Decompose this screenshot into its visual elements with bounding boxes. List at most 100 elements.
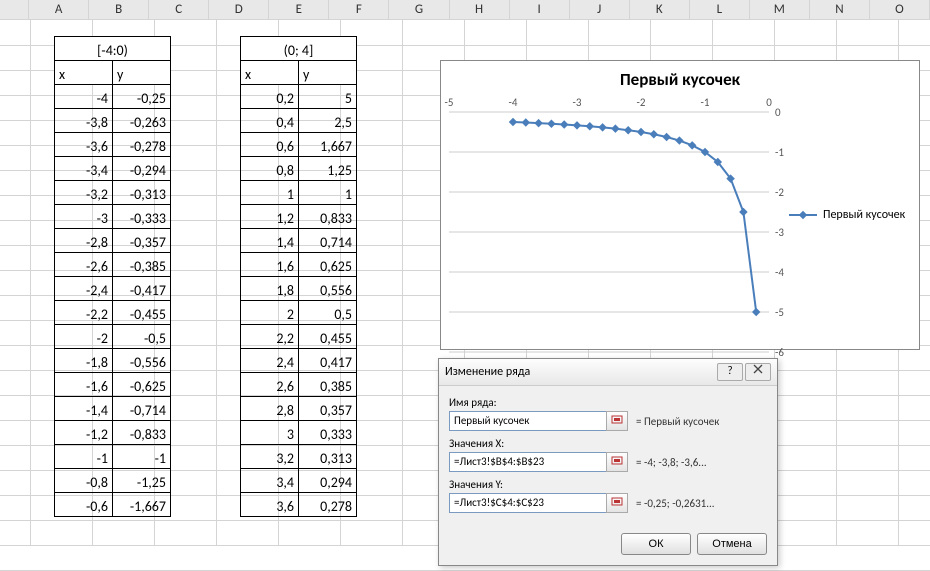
column-header-E[interactable]: E (269, 0, 329, 19)
table-row[interactable]: 0,42,5 (241, 109, 357, 133)
close-button[interactable] (745, 363, 771, 381)
cell-y[interactable]: 1,667 (299, 133, 357, 157)
column-header-D[interactable]: D (209, 0, 269, 19)
cell-y[interactable]: 0,294 (299, 469, 357, 493)
table-row[interactable]: -3,2-0,313 (55, 181, 171, 205)
table-row[interactable]: 2,40,417 (241, 349, 357, 373)
table-row[interactable]: 3,60,278 (241, 493, 357, 517)
column-header-A[interactable]: A (29, 0, 89, 19)
column-header-F[interactable]: F (329, 0, 389, 19)
cell-x[interactable]: 3,2 (241, 445, 299, 469)
table-row[interactable]: -3,8-0,263 (55, 109, 171, 133)
cell-x[interactable]: 2 (241, 301, 299, 325)
cell-y[interactable]: -0,313 (113, 181, 171, 205)
table-row[interactable]: -2,6-0,385 (55, 253, 171, 277)
cell-y[interactable]: 2,5 (299, 109, 357, 133)
spreadsheet-area[interactable]: [-4:0) x y -4-0,25-3,8-0,263-3,6-0,278-3… (0, 20, 930, 546)
column-header-O[interactable]: O (870, 0, 930, 19)
table-row[interactable]: 3,40,294 (241, 469, 357, 493)
cell-x[interactable]: 1,2 (241, 205, 299, 229)
column-header-M[interactable]: M (750, 0, 810, 19)
ok-button[interactable]: ОК (621, 533, 691, 555)
column-header-J[interactable]: J (570, 0, 630, 19)
cell-x[interactable]: 2,2 (241, 325, 299, 349)
cell-y[interactable]: 0,385 (299, 373, 357, 397)
cell-y[interactable]: 0,455 (299, 325, 357, 349)
cell-y[interactable]: -0,417 (113, 277, 171, 301)
collapse-dialog-button-y[interactable] (606, 493, 628, 513)
cell-x[interactable]: 0,8 (241, 157, 299, 181)
table-row[interactable]: 1,20,833 (241, 205, 357, 229)
table-row[interactable]: -1,4-0,714 (55, 397, 171, 421)
cell-y[interactable]: 0,556 (299, 277, 357, 301)
cell-y[interactable]: 0,313 (299, 445, 357, 469)
cancel-button[interactable]: Отмена (697, 533, 767, 555)
cell-x[interactable]: -3,4 (55, 157, 113, 181)
cell-x[interactable]: -3,6 (55, 133, 113, 157)
cell-x[interactable]: -1,8 (55, 349, 113, 373)
table-row[interactable]: 1,40,714 (241, 229, 357, 253)
cell-x[interactable]: 0,4 (241, 109, 299, 133)
cell-y[interactable]: -0,833 (113, 421, 171, 445)
cell-y[interactable]: 0,714 (299, 229, 357, 253)
table-row[interactable]: -3,6-0,278 (55, 133, 171, 157)
chart-plot-area[interactable]: 0-1-2-3-4-5-6-5-4-3-2-10 (449, 94, 781, 336)
table-row[interactable]: -2,4-0,417 (55, 277, 171, 301)
cell-x[interactable]: -1,4 (55, 397, 113, 421)
cell-y[interactable]: -0,455 (113, 301, 171, 325)
column-header-N[interactable]: N (810, 0, 870, 19)
table-row[interactable]: 30,333 (241, 421, 357, 445)
cell-y[interactable]: -0,333 (113, 205, 171, 229)
cell-y[interactable]: -0,714 (113, 397, 171, 421)
cell-x[interactable]: -1,6 (55, 373, 113, 397)
column-header-H[interactable]: H (450, 0, 510, 19)
table-row[interactable]: 2,60,385 (241, 373, 357, 397)
cell-y[interactable]: 0,625 (299, 253, 357, 277)
cell-x[interactable]: 1 (241, 181, 299, 205)
cell-y[interactable]: 5 (299, 85, 357, 109)
cell-y[interactable]: 0,5 (299, 301, 357, 325)
cell-x[interactable]: -0,8 (55, 469, 113, 493)
table-row[interactable]: 2,20,455 (241, 325, 357, 349)
column-header-B[interactable]: B (89, 0, 149, 19)
cell-x[interactable]: -1 (55, 445, 113, 469)
help-button[interactable]: ? (717, 363, 743, 381)
table-row[interactable]: -2,2-0,455 (55, 301, 171, 325)
data-table-1[interactable]: [-4:0) x y -4-0,25-3,8-0,263-3,6-0,278-3… (54, 36, 171, 517)
table-row[interactable]: 2,80,357 (241, 397, 357, 421)
cell-y[interactable]: 0,417 (299, 349, 357, 373)
column-header-C[interactable]: C (149, 0, 209, 19)
cell-x[interactable]: -3,8 (55, 109, 113, 133)
cell-x[interactable]: -2,6 (55, 253, 113, 277)
cell-x[interactable]: 1,4 (241, 229, 299, 253)
cell-x[interactable]: 2,4 (241, 349, 299, 373)
chart[interactable]: Первый кусочек 0-1-2-3-4-5-6-5-4-3-2-10 … (440, 60, 920, 350)
cell-x[interactable]: 2,8 (241, 397, 299, 421)
cell-x[interactable]: 3,6 (241, 493, 299, 517)
collapse-dialog-button-x[interactable] (606, 452, 628, 472)
cell-x[interactable]: -4 (55, 85, 113, 109)
cell-y[interactable]: -0,294 (113, 157, 171, 181)
cell-x[interactable]: 3 (241, 421, 299, 445)
data-table-2[interactable]: (0; 4] x y 0,250,42,50,61,6670,81,25111,… (240, 36, 357, 517)
cell-y[interactable]: -0,263 (113, 109, 171, 133)
table-row[interactable]: -4-0,25 (55, 85, 171, 109)
cell-y[interactable]: -1,25 (113, 469, 171, 493)
cell-x[interactable]: 0,2 (241, 85, 299, 109)
cell-x[interactable]: 0,6 (241, 133, 299, 157)
cell-x[interactable]: -0,6 (55, 493, 113, 517)
table-row[interactable]: -0,8-1,25 (55, 469, 171, 493)
cell-y[interactable]: -0,5 (113, 325, 171, 349)
table-row[interactable]: -3-0,333 (55, 205, 171, 229)
table-row[interactable]: -2,8-0,357 (55, 229, 171, 253)
cell-y[interactable]: 0,278 (299, 493, 357, 517)
table-row[interactable]: -0,6-1,667 (55, 493, 171, 517)
table-row[interactable]: -1-1 (55, 445, 171, 469)
y-values-input[interactable]: =Лист3!$C$4:$C$23 (449, 493, 607, 513)
table-row[interactable]: 1,60,625 (241, 253, 357, 277)
cell-x[interactable]: 1,8 (241, 277, 299, 301)
table-row[interactable]: 20,5 (241, 301, 357, 325)
cell-y[interactable]: -0,625 (113, 373, 171, 397)
cell-x[interactable]: 3,4 (241, 469, 299, 493)
cell-y[interactable]: -1 (113, 445, 171, 469)
